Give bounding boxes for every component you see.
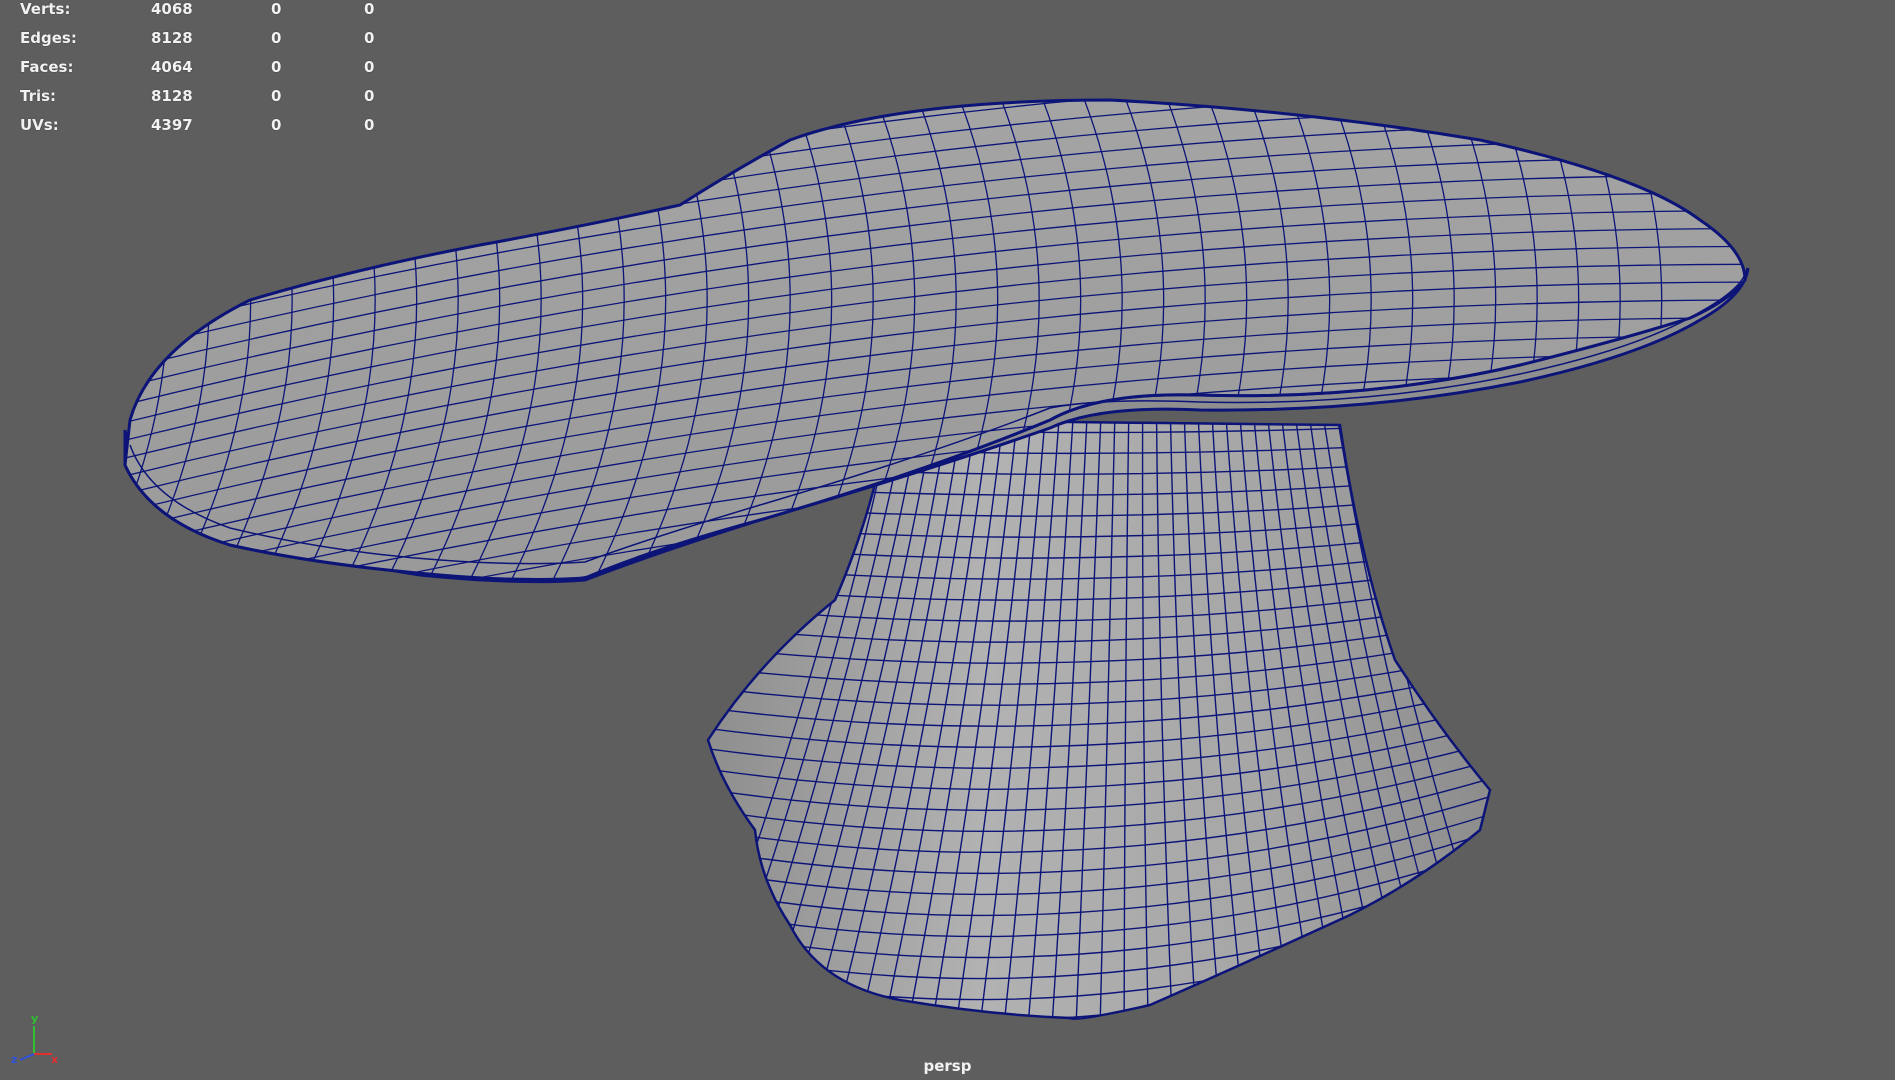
hud-row: UVs: 4397 0 0 bbox=[20, 116, 400, 145]
hud-value: 8128 bbox=[151, 87, 193, 105]
hud-value: 0 bbox=[364, 116, 375, 134]
hud-value: 0 bbox=[364, 58, 375, 76]
hud-value: 0 bbox=[364, 0, 375, 18]
hud-value: 0 bbox=[271, 58, 282, 76]
hud-value: 4068 bbox=[151, 0, 193, 18]
axis-y-label: y bbox=[31, 1012, 38, 1025]
camera-name-label: persp bbox=[923, 1057, 972, 1075]
hud-row: Tris: 8128 0 0 bbox=[20, 87, 400, 116]
hud-value: 4064 bbox=[151, 58, 193, 76]
hud-value: 0 bbox=[271, 29, 282, 47]
poly-count-hud: Verts: 4068 0 0 Edges: 8128 0 0 Faces: 4064 0 0 Tris… bbox=[20, 0, 400, 145]
hud-label: Faces: bbox=[20, 58, 74, 76]
hud-value: 8128 bbox=[151, 29, 193, 47]
hud-label: UVs: bbox=[20, 116, 59, 134]
hud-label: Edges: bbox=[20, 29, 77, 47]
hud-label: Verts: bbox=[20, 0, 71, 18]
hud-value: 0 bbox=[271, 0, 282, 18]
hud-value: 0 bbox=[271, 87, 282, 105]
hud-value: 0 bbox=[271, 116, 282, 134]
hud-value: 0 bbox=[364, 29, 375, 47]
hud-label: Tris: bbox=[20, 87, 57, 105]
hud-value: 0 bbox=[364, 87, 375, 105]
3d-viewport[interactable] bbox=[0, 0, 1895, 1080]
hud-row: Edges: 8128 0 0 bbox=[20, 29, 400, 58]
hud-value: 4397 bbox=[151, 116, 193, 134]
hud-row: Faces: 4064 0 0 bbox=[20, 58, 400, 87]
hud-row: Verts: 4068 0 0 bbox=[20, 0, 400, 29]
